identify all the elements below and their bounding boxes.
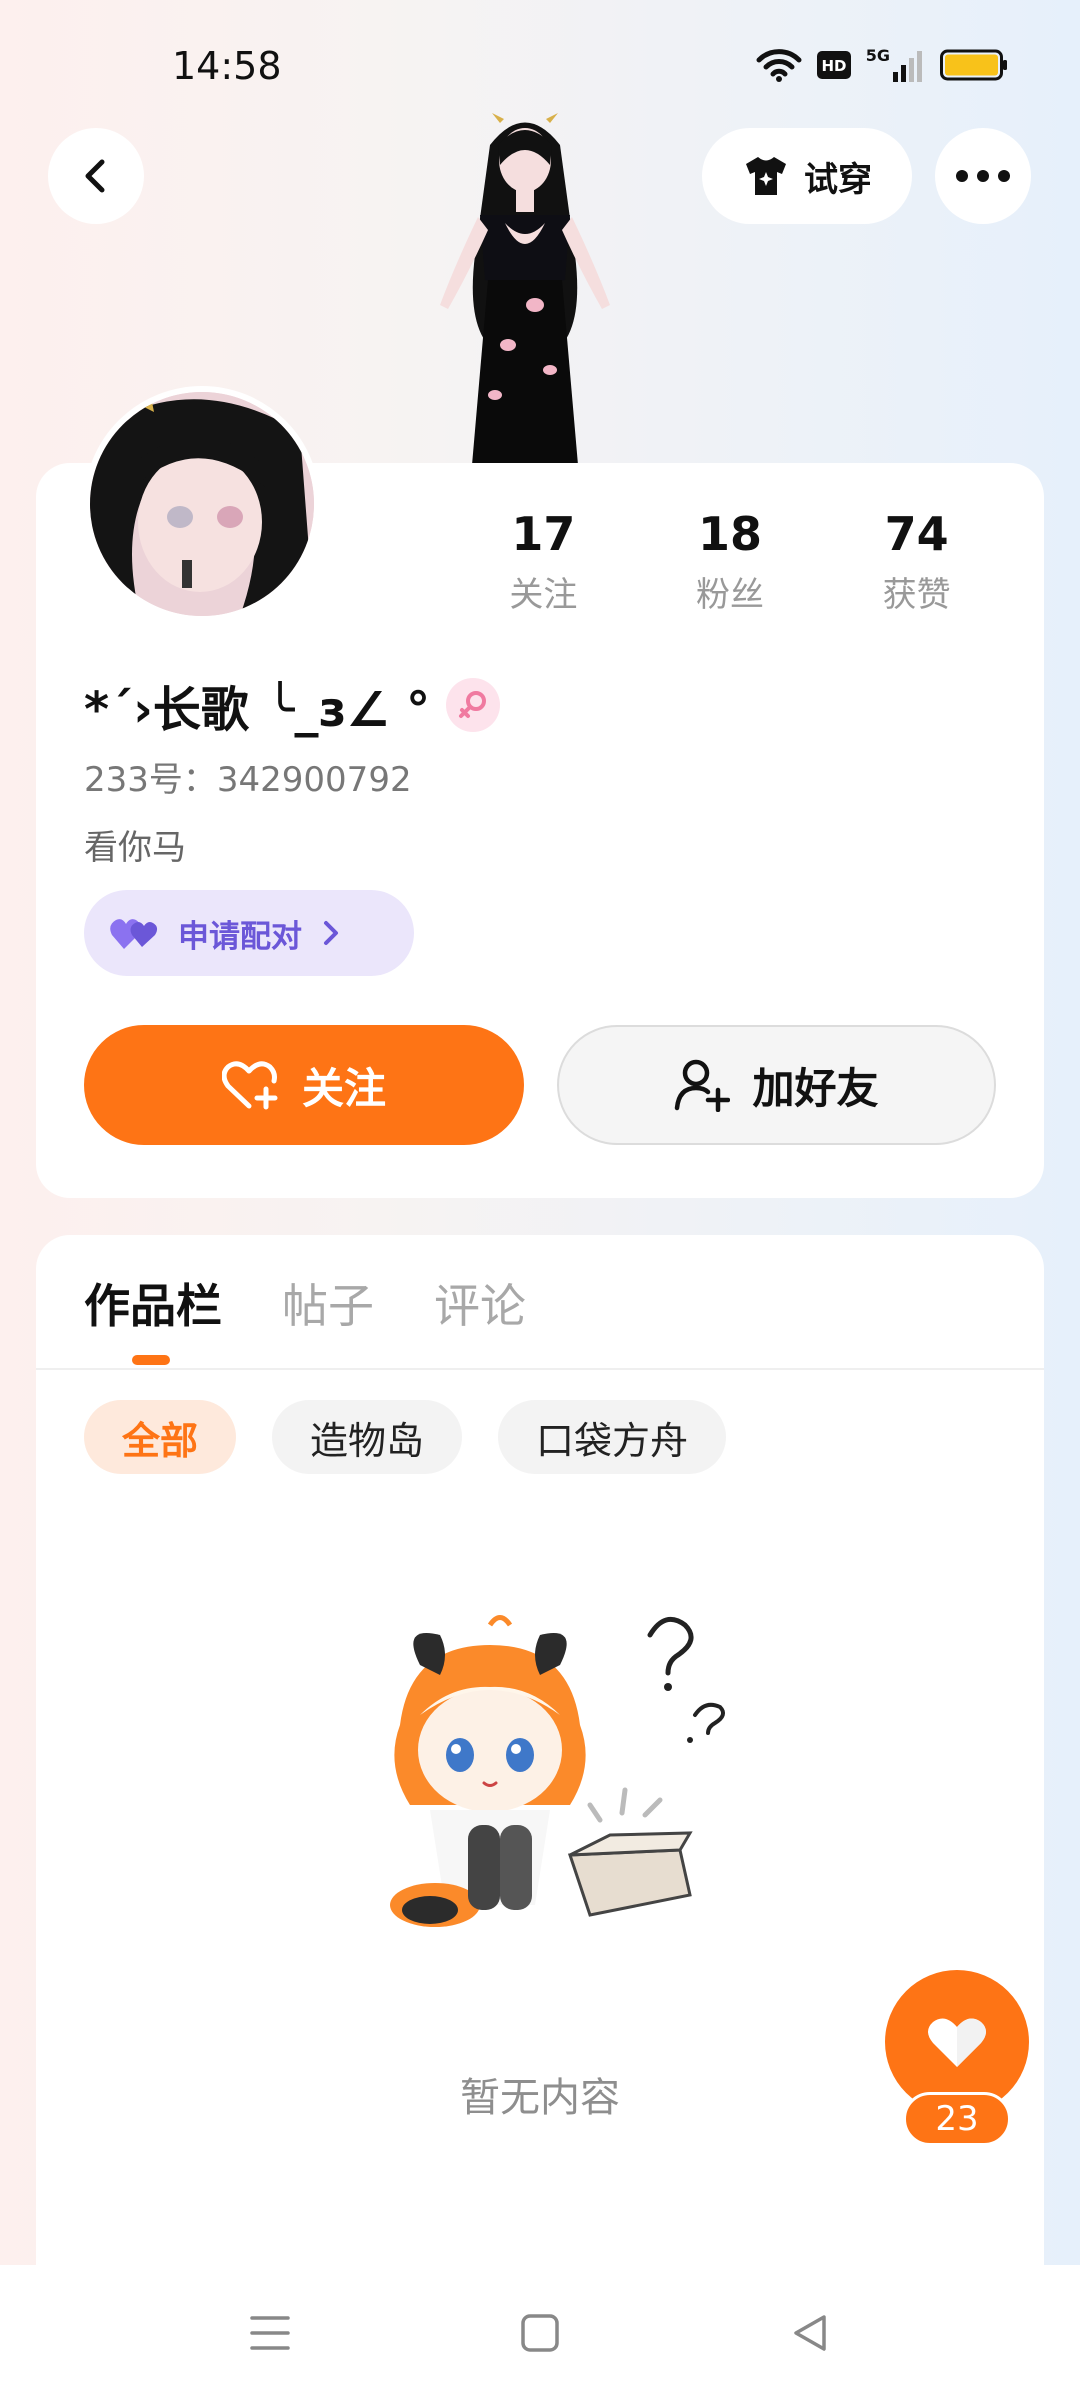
female-gender-icon [446, 678, 501, 732]
stats-row: 17 关注 18 粉丝 74 获赞 [450, 505, 1010, 616]
chip-all[interactable]: 全部 [84, 1400, 237, 1474]
apply-pair-button[interactable]: 申请配对 [84, 890, 414, 976]
signal-group: 5G [866, 48, 926, 82]
nickname-row: *´›长歌 ╰_з∠ ° [84, 670, 501, 740]
more-dots-icon [956, 170, 1010, 182]
heart-icon [928, 2018, 986, 2067]
followers-label: 粉丝 [696, 575, 764, 615]
try-on-button[interactable]: 试穿 [702, 128, 912, 224]
apply-pair-label: 申请配对 [178, 918, 302, 955]
nickname: *´›长歌 ╰_з∠ ° [84, 682, 431, 738]
tab-posts[interactable]: 帖子 [282, 1270, 374, 1336]
bio: 看你马 [84, 828, 186, 868]
tshirt-icon [746, 157, 786, 195]
filter-chips: 全部 造物岛 口袋方舟 [84, 1400, 727, 1474]
signal-icon [893, 51, 922, 82]
chip-creation-island[interactable]: 造物岛 [272, 1400, 463, 1474]
svg-text:HD: HD [821, 57, 846, 75]
following-label: 关注 [509, 575, 578, 615]
user-plus-icon [675, 1059, 731, 1112]
stat-following[interactable]: 17 关注 [450, 505, 637, 616]
tab-works[interactable]: 作品栏 [84, 1270, 222, 1336]
stat-followers[interactable]: 18 粉丝 [637, 505, 824, 616]
avatar-image [90, 392, 314, 616]
tab-indicator [132, 1355, 170, 1365]
works-tabs: 作品栏 帖子 评论 [84, 1270, 526, 1336]
menu-icon[interactable] [250, 2315, 290, 2351]
battery-icon [940, 49, 1007, 81]
back-button[interactable] [48, 128, 144, 224]
stat-likes[interactable]: 74 获赞 [823, 505, 1010, 616]
likes-count: 74 [884, 507, 949, 561]
double-heart-icon [110, 919, 158, 949]
chevron-right-icon [324, 921, 338, 945]
home-square-icon[interactable] [520, 2313, 560, 2353]
add-friend-button[interactable]: 加好友 [557, 1025, 996, 1145]
heart-plus-icon [221, 1061, 278, 1110]
status-time: 14:58 [172, 44, 282, 88]
tabs-divider [36, 1368, 1044, 1370]
hd-icon: HD [816, 51, 851, 79]
chip-pocket-ark[interactable]: 口袋方舟 [498, 1400, 727, 1474]
network-type-label: 5G [865, 46, 890, 65]
following-count: 17 [511, 507, 576, 561]
tab-comments[interactable]: 评论 [434, 1270, 526, 1336]
likes-label: 获赞 [882, 575, 951, 615]
follow-label: 关注 [301, 1063, 386, 1113]
follow-button[interactable]: 关注 [84, 1025, 524, 1145]
add-friend-label: 加好友 [752, 1063, 879, 1113]
like-count: 23 [903, 2092, 1011, 2146]
back-triangle-icon[interactable] [790, 2313, 830, 2353]
chevron-left-icon [85, 159, 105, 193]
try-on-label: 试穿 [804, 159, 872, 200]
followers-count: 18 [698, 507, 763, 561]
avatar[interactable] [84, 386, 320, 622]
system-nav-bar [0, 2265, 1080, 2400]
avatar-3d-illustration [440, 113, 610, 465]
status-icons: HD 5G [756, 48, 1008, 82]
user-id: 233号：342900792 [84, 760, 412, 800]
more-button[interactable] [935, 128, 1031, 224]
empty-state-illustration [390, 1615, 726, 1927]
wifi-icon [756, 49, 802, 82]
